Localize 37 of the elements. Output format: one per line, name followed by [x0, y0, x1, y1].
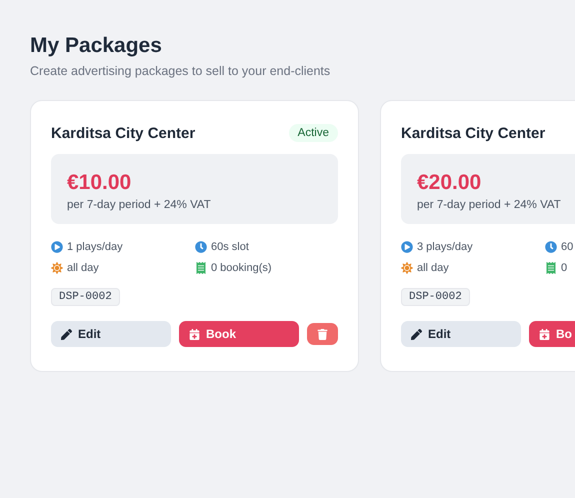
clock-icon: [545, 241, 557, 253]
sun-icon: [401, 262, 413, 274]
package-detail: all day: [67, 262, 99, 274]
package-name: Karditsa City Center: [51, 124, 196, 142]
play-icon: [401, 241, 413, 253]
status-badge: Active: [288, 124, 338, 142]
page-title: My Packages: [30, 33, 163, 59]
package-name: Karditsa City Center: [401, 124, 546, 142]
package-detail: 3 plays/day: [417, 241, 473, 253]
receipt-icon: [545, 262, 557, 274]
price: €20.00: [417, 170, 482, 196]
page-subtitle: Create advertising packages to sell to your end-clients: [30, 64, 332, 78]
book-button[interactable]: Book: [179, 321, 299, 347]
package-code: DSP-0002: [401, 288, 470, 306]
trash-icon: [317, 328, 328, 340]
price-period: per 7-day period + 24% VAT: [67, 199, 212, 211]
receipt-icon: [195, 262, 207, 274]
edit-button[interactable]: Edit: [401, 321, 521, 347]
book-button[interactable]: Bo: [529, 321, 575, 347]
price: €10.00: [67, 170, 132, 196]
price-period: per 7-day period + 24% VAT: [417, 199, 562, 211]
delete-button[interactable]: [307, 323, 338, 345]
play-icon: [51, 241, 63, 253]
clock-icon: [195, 241, 207, 253]
package-code: DSP-0002: [51, 288, 120, 306]
pen-icon: [411, 328, 422, 340]
calendar-plus-icon: [539, 328, 550, 340]
package-detail: 0 booking(s): [211, 262, 272, 274]
pen-icon: [61, 328, 72, 340]
package-detail: 60s slot: [211, 241, 249, 253]
package-detail: 0: [561, 262, 568, 274]
package-detail: 1 plays/day: [67, 241, 123, 253]
sun-icon: [51, 262, 63, 274]
package-detail: 60: [561, 241, 574, 253]
calendar-plus-icon: [189, 328, 200, 340]
package-detail: all day: [417, 262, 449, 274]
edit-button[interactable]: Edit: [51, 321, 171, 347]
